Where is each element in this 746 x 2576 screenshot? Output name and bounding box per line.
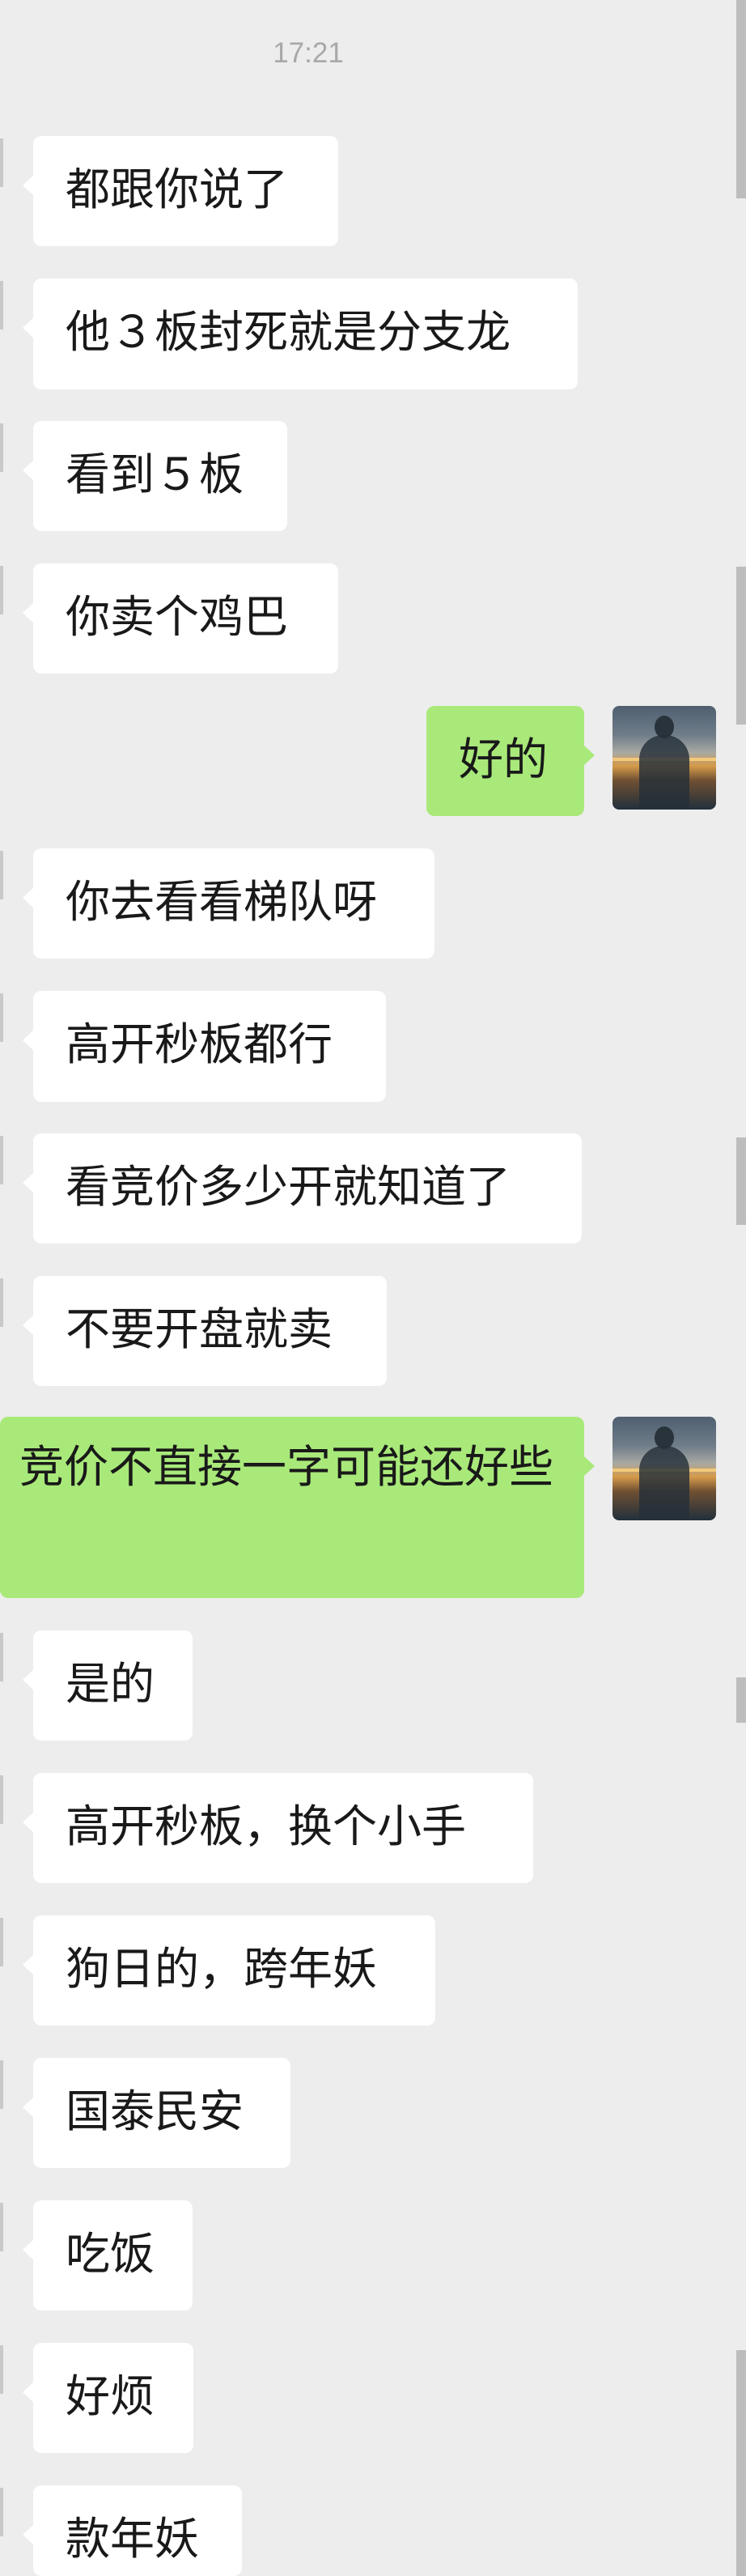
message-edge-marker (0, 1918, 3, 1966)
message-bubble-incoming[interactable]: 都跟你说了 (23, 136, 338, 246)
message-bubble-outgoing[interactable]: 竞价不直接一字可能还好些 (0, 1417, 595, 1598)
message-bubble-incoming[interactable]: 看竞价多少开就知道了 (23, 1133, 582, 1243)
message-edge-marker (0, 1775, 3, 1824)
scroll-indicator (736, 1677, 746, 1723)
scroll-indicator (736, 0, 746, 198)
chat-view: 17:21 都跟你说了 他３板封死就是分支龙 看到５板 你卖个鸡巴 好的 你去看… (0, 0, 746, 2576)
message-edge-marker (0, 2345, 3, 2394)
message-edge-marker (0, 281, 3, 329)
message-edge-marker (0, 993, 3, 1042)
message-edge-marker (0, 2060, 3, 2109)
scroll-indicator (736, 1137, 746, 1225)
message-edge-marker (0, 851, 3, 899)
message-bubble-incoming[interactable]: 他３板封死就是分支龙 (23, 278, 578, 389)
message-bubble-incoming[interactable]: 你去看看梯队呀 (23, 848, 434, 959)
message-bubble-outgoing[interactable]: 好的 (426, 706, 595, 816)
message-timestamp: 17:21 (273, 37, 344, 69)
message-edge-marker (0, 2488, 3, 2536)
message-bubble-incoming[interactable]: 款年妖 (23, 2485, 242, 2576)
message-edge-marker (0, 1278, 3, 1327)
message-bubble-incoming[interactable]: 狗日的，跨年妖 (23, 1915, 435, 2026)
message-bubble-incoming[interactable]: 好烦 (23, 2343, 193, 2453)
scroll-indicator (736, 567, 746, 725)
message-edge-marker (0, 2203, 3, 2251)
user-avatar-icon[interactable] (612, 706, 716, 810)
message-bubble-incoming[interactable]: 国泰民安 (23, 2058, 290, 2168)
message-edge-marker (0, 566, 3, 614)
message-edge-marker (0, 138, 3, 187)
message-bubble-incoming[interactable]: 你卖个鸡巴 (23, 563, 338, 674)
scroll-indicator (736, 2350, 746, 2576)
avatar-body-silhouette (639, 735, 689, 810)
message-bubble-incoming[interactable]: 高开秒板，换个小手 (23, 1773, 533, 1883)
avatar-body-silhouette (639, 1446, 689, 1520)
message-bubble-incoming[interactable]: 看到５板 (23, 421, 287, 531)
message-edge-marker (0, 423, 3, 472)
message-bubble-incoming[interactable]: 是的 (23, 1630, 193, 1741)
message-bubble-incoming[interactable]: 不要开盘就卖 (23, 1276, 387, 1386)
user-avatar-icon[interactable] (612, 1417, 716, 1520)
message-edge-marker (0, 1633, 3, 1681)
message-bubble-incoming[interactable]: 高开秒板都行 (23, 991, 386, 1102)
message-edge-marker (0, 1136, 3, 1184)
message-bubble-incoming[interactable]: 吃饭 (23, 2200, 193, 2310)
